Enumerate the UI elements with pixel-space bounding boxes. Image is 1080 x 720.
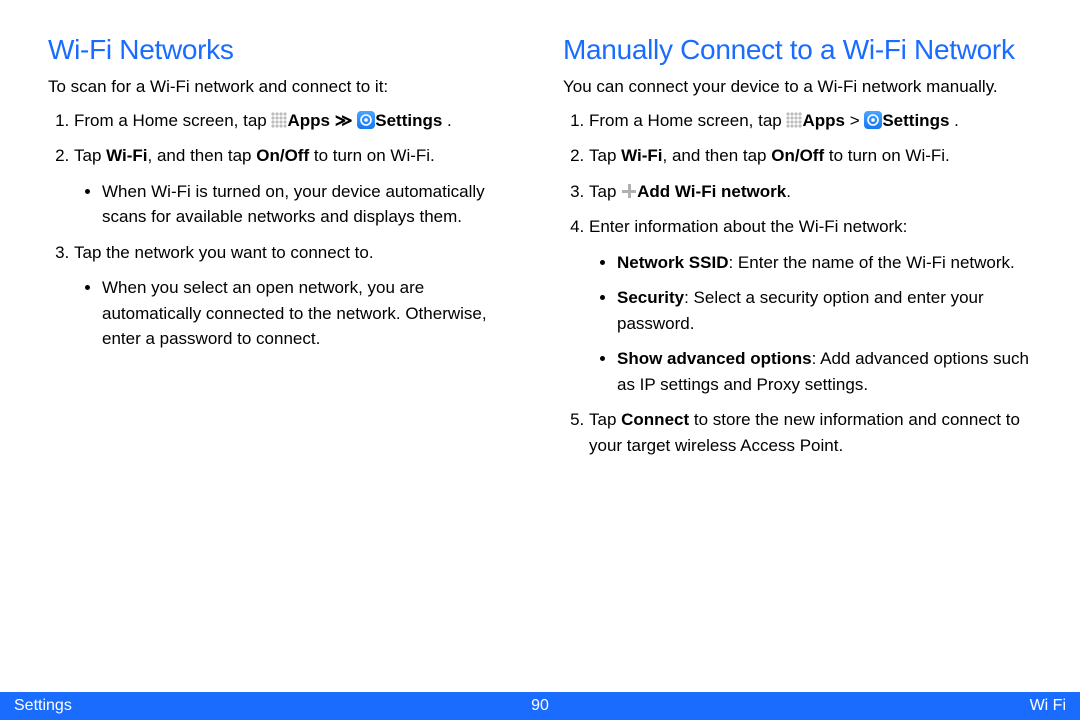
settings-icon [864, 111, 882, 129]
bullet: When Wi-Fi is turned on, your device aut… [102, 179, 517, 230]
t: Add Wi-Fi network [637, 182, 786, 201]
apps-icon [786, 112, 802, 128]
bullet: Show advanced options: Add advanced opti… [617, 346, 1032, 397]
t: Security [617, 288, 684, 307]
sep: > [845, 111, 864, 130]
settings-label: Settings [375, 111, 442, 130]
settings-label: Settings [882, 111, 949, 130]
bullet: Network SSID: Enter the name of the Wi-F… [617, 250, 1032, 276]
t: Tap the network you want to connect to. [74, 243, 374, 262]
t: : Enter the name of the Wi-Fi network. [728, 253, 1014, 272]
plus-icon [621, 183, 637, 199]
left-step-3-sub: When you select an open network, you are… [74, 275, 517, 352]
page: Wi-Fi Networks To scan for a Wi-Fi netwo… [0, 0, 1080, 720]
apps-label: Apps [802, 111, 845, 130]
end: . [442, 111, 451, 130]
right-step-4-sub: Network SSID: Enter the name of the Wi-F… [589, 250, 1032, 398]
left-heading: Wi-Fi Networks [48, 34, 517, 66]
apps-icon [271, 112, 287, 128]
t: Network SSID [617, 253, 728, 272]
bullet: When you select an open network, you are… [102, 275, 517, 352]
t: . [786, 182, 791, 201]
footer-section: Settings [14, 697, 72, 715]
right-intro: You can connect your device to a Wi-Fi n… [563, 74, 1032, 100]
right-heading: Manually Connect to a Wi-Fi Network [563, 34, 1032, 66]
t: Enter information about the Wi-Fi networ… [589, 217, 907, 236]
right-steps: From a Home screen, tap Apps > Settings … [563, 108, 1032, 459]
t: to turn on Wi-Fi. [824, 146, 950, 165]
right-step-3: Tap Add Wi-Fi network. [589, 179, 1032, 205]
left-column: Wi-Fi Networks To scan for a Wi-Fi netwo… [48, 34, 517, 468]
left-step-3: Tap the network you want to connect to. … [74, 240, 517, 352]
t: On/Off [771, 146, 824, 165]
left-steps: From a Home screen, tap Apps ≫ Settings … [48, 108, 517, 352]
t: Tap [589, 146, 621, 165]
left-step-1: From a Home screen, tap Apps ≫ Settings … [74, 108, 517, 134]
end: . [949, 111, 958, 130]
left-step-2: Tap Wi-Fi, and then tap On/Off to turn o… [74, 143, 517, 230]
bullet: Security: Select a security option and e… [617, 285, 1032, 336]
right-step-5: Tap Connect to store the new information… [589, 407, 1032, 458]
t: Tap [589, 410, 621, 429]
t: Tap [74, 146, 106, 165]
t: to turn on Wi-Fi. [309, 146, 435, 165]
footer-page-number: 90 [531, 697, 549, 715]
t: Tap [589, 182, 621, 201]
t: , and then tap [148, 146, 257, 165]
settings-icon [357, 111, 375, 129]
text: From a Home screen, tap [74, 111, 271, 130]
t: Wi-Fi [106, 146, 147, 165]
right-step-1: From a Home screen, tap Apps > Settings … [589, 108, 1032, 134]
left-step-2-sub: When Wi-Fi is turned on, your device aut… [74, 179, 517, 230]
t: , and then tap [663, 146, 772, 165]
apps-label: Apps [287, 111, 330, 130]
left-intro: To scan for a Wi-Fi network and connect … [48, 74, 517, 100]
page-footer: Settings 90 Wi Fi [0, 692, 1080, 720]
right-step-4: Enter information about the Wi-Fi networ… [589, 214, 1032, 397]
t: From a Home screen, tap [589, 111, 786, 130]
t: On/Off [256, 146, 309, 165]
content-columns: Wi-Fi Networks To scan for a Wi-Fi netwo… [0, 0, 1080, 468]
t: Wi-Fi [621, 146, 662, 165]
right-step-2: Tap Wi-Fi, and then tap On/Off to turn o… [589, 143, 1032, 169]
t: Connect [621, 410, 689, 429]
footer-topic: Wi Fi [1030, 697, 1066, 715]
t: Show advanced options [617, 349, 812, 368]
chevron-icon: ≫ [335, 111, 353, 130]
right-column: Manually Connect to a Wi-Fi Network You … [563, 34, 1032, 468]
